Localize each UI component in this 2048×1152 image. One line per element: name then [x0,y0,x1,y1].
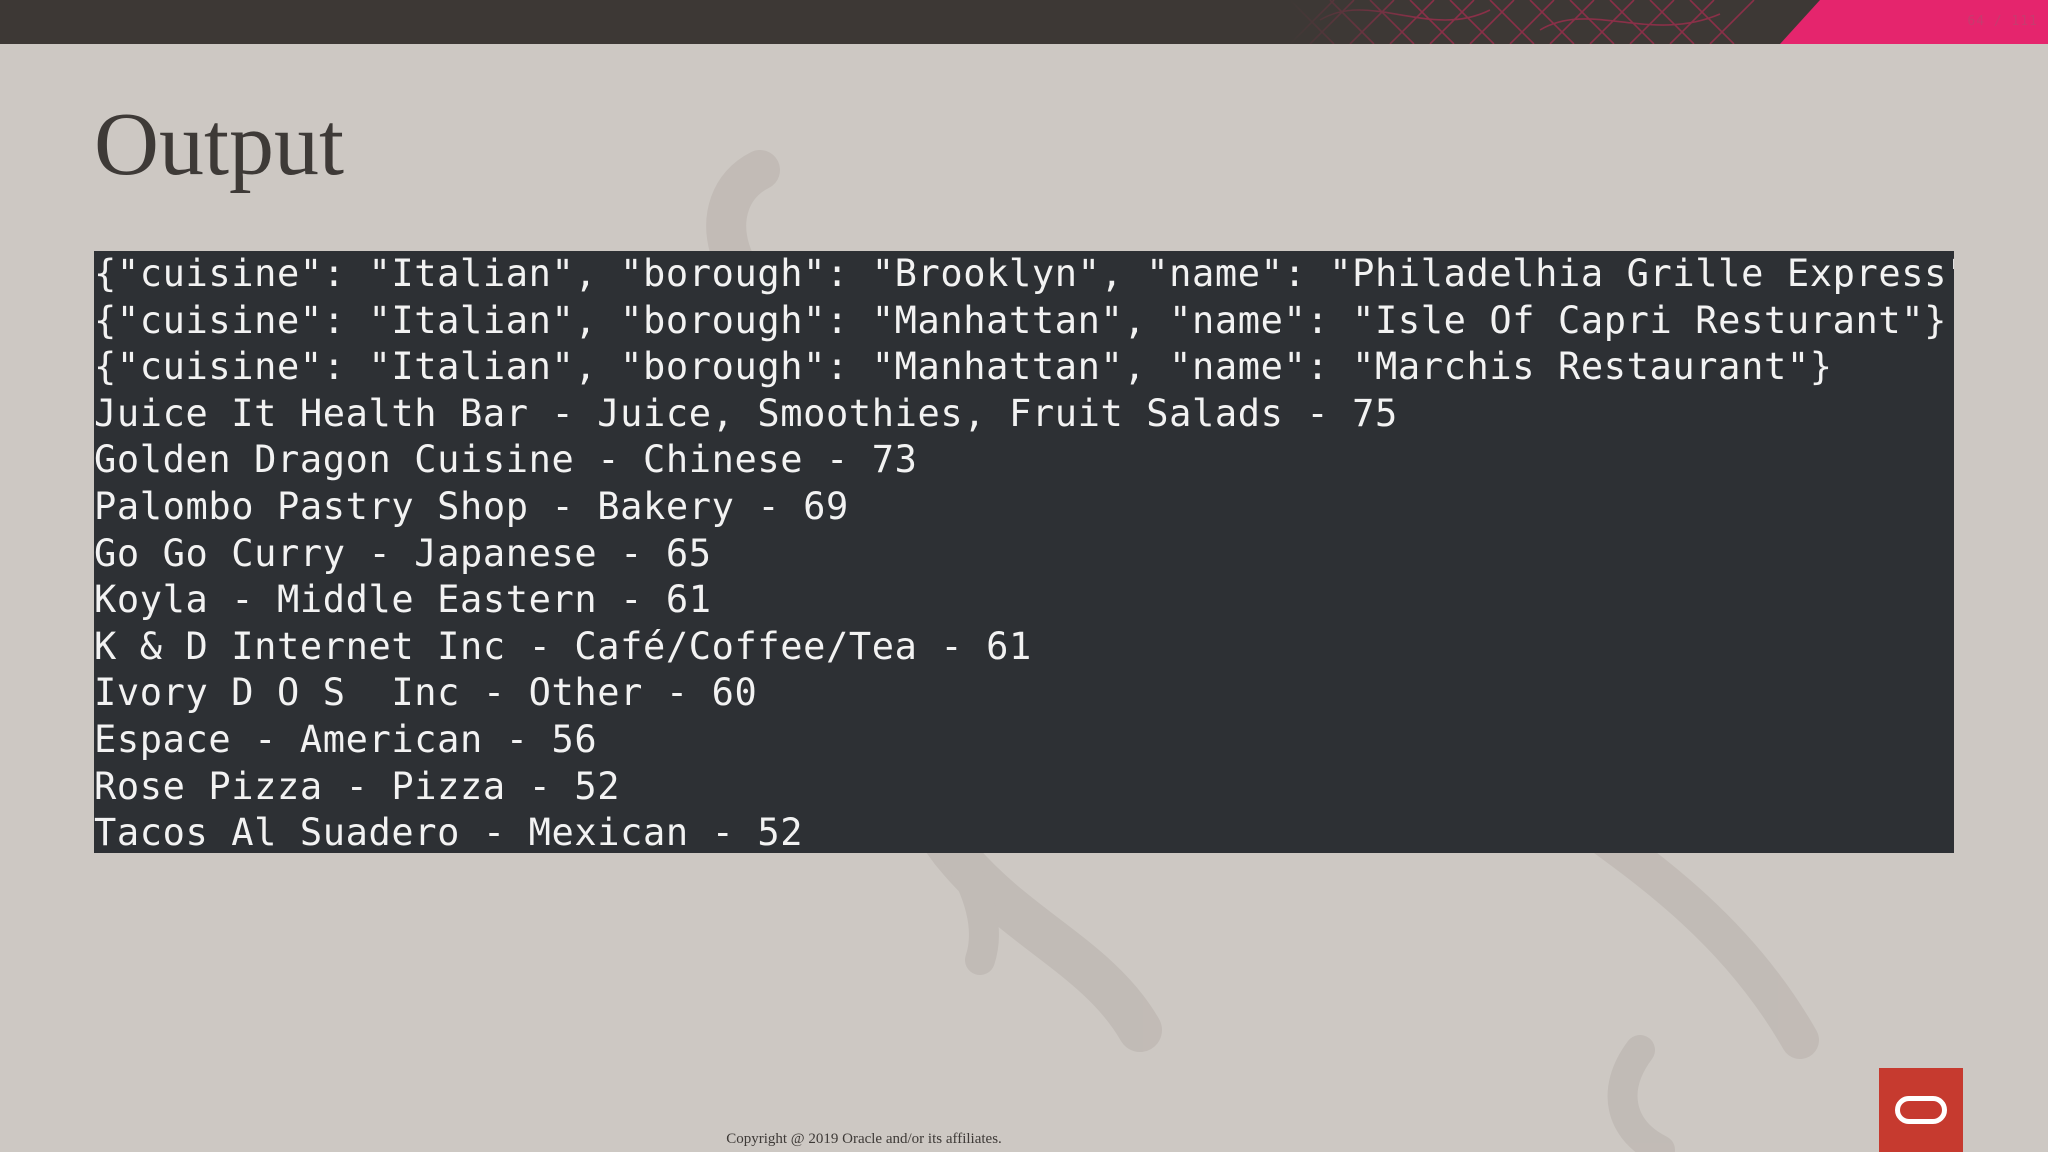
terminal-line: Go Go Curry - Japanese - 65 [94,531,712,575]
terminal-line: {"cuisine": "Italian", "borough": "Manha… [94,345,1833,389]
terminal-line: Espace - American - 56 [94,717,598,761]
terminal-line: Koyla - Middle Eastern - 61 [94,578,712,622]
terminal-line: Ivory D O S Inc - Other - 60 [94,671,758,715]
terminal-line: Golden Dragon Cuisine - Chinese - 73 [94,438,918,482]
slide-title: Output [94,95,345,194]
page-number: 64 / 111 [1967,14,2038,29]
terminal-line: Rose Pizza - Pizza - 52 [94,764,621,808]
terminal-line: K & D Internet Inc - Café/Coffee/Tea - 6… [94,624,1032,668]
terminal-output: {"cuisine": "Italian", "borough": "Brook… [94,251,1954,853]
terminal-line: Tacos Al Suadero - Mexican - 52 [94,811,804,853]
oracle-ring-icon [1895,1096,1947,1124]
top-bar-pattern [1290,0,1810,44]
terminal-line: {"cuisine": "Italian", "borough": "Manha… [94,298,1947,342]
terminal-line: Juice It Health Bar - Juice, Smoothies, … [94,391,1398,435]
copyright-notice: Copyright @ 2019 Oracle and/or its affil… [726,1131,1002,1147]
oracle-logo-icon [1879,1068,1963,1152]
terminal-line: {"cuisine": "Italian", "borough": "Brook… [94,252,1954,295]
top-bar: 64 / 111 [0,0,2048,44]
terminal-line: Palombo Pastry Shop - Bakery - 69 [94,484,849,528]
